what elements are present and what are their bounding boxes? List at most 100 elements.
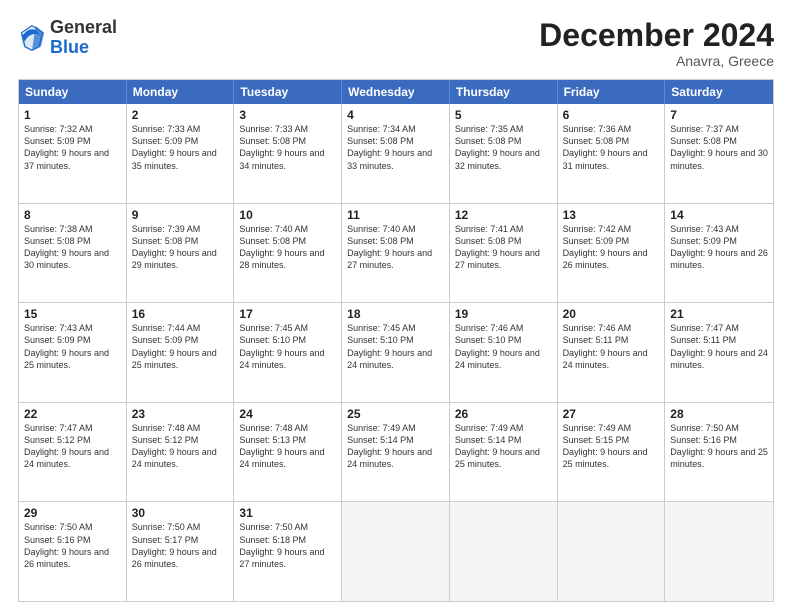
day-number: 23 xyxy=(132,407,229,421)
day-number: 27 xyxy=(563,407,660,421)
day-cell-25: 25Sunrise: 7:49 AM Sunset: 5:14 PM Dayli… xyxy=(342,403,450,502)
cell-details: Sunrise: 7:46 AM Sunset: 5:10 PM Dayligh… xyxy=(455,322,552,371)
day-number: 19 xyxy=(455,307,552,321)
cell-details: Sunrise: 7:33 AM Sunset: 5:09 PM Dayligh… xyxy=(132,123,229,172)
day-cell-24: 24Sunrise: 7:48 AM Sunset: 5:13 PM Dayli… xyxy=(234,403,342,502)
day-number: 4 xyxy=(347,108,444,122)
cell-details: Sunrise: 7:36 AM Sunset: 5:08 PM Dayligh… xyxy=(563,123,660,172)
day-cell-13: 13Sunrise: 7:42 AM Sunset: 5:09 PM Dayli… xyxy=(558,204,666,303)
day-cell-23: 23Sunrise: 7:48 AM Sunset: 5:12 PM Dayli… xyxy=(127,403,235,502)
day-number: 24 xyxy=(239,407,336,421)
day-cell-3: 3Sunrise: 7:33 AM Sunset: 5:08 PM Daylig… xyxy=(234,104,342,203)
cell-details: Sunrise: 7:46 AM Sunset: 5:11 PM Dayligh… xyxy=(563,322,660,371)
cell-details: Sunrise: 7:37 AM Sunset: 5:08 PM Dayligh… xyxy=(670,123,768,172)
calendar-header: Sunday Monday Tuesday Wednesday Thursday… xyxy=(19,80,773,104)
cell-details: Sunrise: 7:32 AM Sunset: 5:09 PM Dayligh… xyxy=(24,123,121,172)
day-cell-5: 5Sunrise: 7:35 AM Sunset: 5:08 PM Daylig… xyxy=(450,104,558,203)
day-cell-30: 30Sunrise: 7:50 AM Sunset: 5:17 PM Dayli… xyxy=(127,502,235,601)
cell-details: Sunrise: 7:50 AM Sunset: 5:16 PM Dayligh… xyxy=(670,422,768,471)
cell-details: Sunrise: 7:49 AM Sunset: 5:15 PM Dayligh… xyxy=(563,422,660,471)
day-cell-1: 1Sunrise: 7:32 AM Sunset: 5:09 PM Daylig… xyxy=(19,104,127,203)
cell-details: Sunrise: 7:48 AM Sunset: 5:13 PM Dayligh… xyxy=(239,422,336,471)
empty-cell xyxy=(665,502,773,601)
logo-text: General Blue xyxy=(50,18,117,58)
day-cell-28: 28Sunrise: 7:50 AM Sunset: 5:16 PM Dayli… xyxy=(665,403,773,502)
calendar-row-2: 8Sunrise: 7:38 AM Sunset: 5:08 PM Daylig… xyxy=(19,203,773,303)
logo-blue: Blue xyxy=(50,37,89,57)
cell-details: Sunrise: 7:43 AM Sunset: 5:09 PM Dayligh… xyxy=(670,223,768,272)
empty-cell xyxy=(342,502,450,601)
day-cell-11: 11Sunrise: 7:40 AM Sunset: 5:08 PM Dayli… xyxy=(342,204,450,303)
empty-cell xyxy=(558,502,666,601)
day-number: 29 xyxy=(24,506,121,520)
header-friday: Friday xyxy=(558,80,666,104)
day-cell-22: 22Sunrise: 7:47 AM Sunset: 5:12 PM Dayli… xyxy=(19,403,127,502)
cell-details: Sunrise: 7:43 AM Sunset: 5:09 PM Dayligh… xyxy=(24,322,121,371)
day-number: 1 xyxy=(24,108,121,122)
day-number: 12 xyxy=(455,208,552,222)
day-cell-29: 29Sunrise: 7:50 AM Sunset: 5:16 PM Dayli… xyxy=(19,502,127,601)
day-number: 22 xyxy=(24,407,121,421)
day-cell-4: 4Sunrise: 7:34 AM Sunset: 5:08 PM Daylig… xyxy=(342,104,450,203)
day-cell-14: 14Sunrise: 7:43 AM Sunset: 5:09 PM Dayli… xyxy=(665,204,773,303)
header-tuesday: Tuesday xyxy=(234,80,342,104)
day-cell-6: 6Sunrise: 7:36 AM Sunset: 5:08 PM Daylig… xyxy=(558,104,666,203)
location: Anavra, Greece xyxy=(539,53,774,69)
day-cell-7: 7Sunrise: 7:37 AM Sunset: 5:08 PM Daylig… xyxy=(665,104,773,203)
empty-cell xyxy=(450,502,558,601)
calendar-row-4: 22Sunrise: 7:47 AM Sunset: 5:12 PM Dayli… xyxy=(19,402,773,502)
day-cell-8: 8Sunrise: 7:38 AM Sunset: 5:08 PM Daylig… xyxy=(19,204,127,303)
cell-details: Sunrise: 7:35 AM Sunset: 5:08 PM Dayligh… xyxy=(455,123,552,172)
day-number: 17 xyxy=(239,307,336,321)
day-number: 3 xyxy=(239,108,336,122)
header-monday: Monday xyxy=(127,80,235,104)
day-number: 13 xyxy=(563,208,660,222)
cell-details: Sunrise: 7:50 AM Sunset: 5:17 PM Dayligh… xyxy=(132,521,229,570)
day-number: 30 xyxy=(132,506,229,520)
day-cell-15: 15Sunrise: 7:43 AM Sunset: 5:09 PM Dayli… xyxy=(19,303,127,402)
day-cell-18: 18Sunrise: 7:45 AM Sunset: 5:10 PM Dayli… xyxy=(342,303,450,402)
day-number: 7 xyxy=(670,108,768,122)
day-number: 6 xyxy=(563,108,660,122)
cell-details: Sunrise: 7:49 AM Sunset: 5:14 PM Dayligh… xyxy=(455,422,552,471)
day-cell-2: 2Sunrise: 7:33 AM Sunset: 5:09 PM Daylig… xyxy=(127,104,235,203)
cell-details: Sunrise: 7:41 AM Sunset: 5:08 PM Dayligh… xyxy=(455,223,552,272)
cell-details: Sunrise: 7:40 AM Sunset: 5:08 PM Dayligh… xyxy=(347,223,444,272)
day-number: 20 xyxy=(563,307,660,321)
day-number: 25 xyxy=(347,407,444,421)
day-number: 2 xyxy=(132,108,229,122)
cell-details: Sunrise: 7:34 AM Sunset: 5:08 PM Dayligh… xyxy=(347,123,444,172)
day-number: 8 xyxy=(24,208,121,222)
header-thursday: Thursday xyxy=(450,80,558,104)
cell-details: Sunrise: 7:33 AM Sunset: 5:08 PM Dayligh… xyxy=(239,123,336,172)
calendar-row-5: 29Sunrise: 7:50 AM Sunset: 5:16 PM Dayli… xyxy=(19,501,773,601)
cell-details: Sunrise: 7:39 AM Sunset: 5:08 PM Dayligh… xyxy=(132,223,229,272)
day-number: 14 xyxy=(670,208,768,222)
day-number: 21 xyxy=(670,307,768,321)
day-cell-9: 9Sunrise: 7:39 AM Sunset: 5:08 PM Daylig… xyxy=(127,204,235,303)
month-title: December 2024 xyxy=(539,18,774,53)
day-number: 15 xyxy=(24,307,121,321)
day-number: 28 xyxy=(670,407,768,421)
day-number: 11 xyxy=(347,208,444,222)
day-number: 26 xyxy=(455,407,552,421)
day-number: 16 xyxy=(132,307,229,321)
cell-details: Sunrise: 7:50 AM Sunset: 5:18 PM Dayligh… xyxy=(239,521,336,570)
calendar-body: 1Sunrise: 7:32 AM Sunset: 5:09 PM Daylig… xyxy=(19,104,773,601)
cell-details: Sunrise: 7:47 AM Sunset: 5:11 PM Dayligh… xyxy=(670,322,768,371)
cell-details: Sunrise: 7:40 AM Sunset: 5:08 PM Dayligh… xyxy=(239,223,336,272)
day-cell-20: 20Sunrise: 7:46 AM Sunset: 5:11 PM Dayli… xyxy=(558,303,666,402)
day-number: 5 xyxy=(455,108,552,122)
day-number: 18 xyxy=(347,307,444,321)
calendar: Sunday Monday Tuesday Wednesday Thursday… xyxy=(18,79,774,602)
cell-details: Sunrise: 7:47 AM Sunset: 5:12 PM Dayligh… xyxy=(24,422,121,471)
cell-details: Sunrise: 7:45 AM Sunset: 5:10 PM Dayligh… xyxy=(239,322,336,371)
page: General Blue December 2024 Anavra, Greec… xyxy=(0,0,792,612)
cell-details: Sunrise: 7:45 AM Sunset: 5:10 PM Dayligh… xyxy=(347,322,444,371)
day-cell-31: 31Sunrise: 7:50 AM Sunset: 5:18 PM Dayli… xyxy=(234,502,342,601)
logo-icon xyxy=(18,24,46,52)
title-block: December 2024 Anavra, Greece xyxy=(539,18,774,69)
day-cell-27: 27Sunrise: 7:49 AM Sunset: 5:15 PM Dayli… xyxy=(558,403,666,502)
day-cell-16: 16Sunrise: 7:44 AM Sunset: 5:09 PM Dayli… xyxy=(127,303,235,402)
header-wednesday: Wednesday xyxy=(342,80,450,104)
